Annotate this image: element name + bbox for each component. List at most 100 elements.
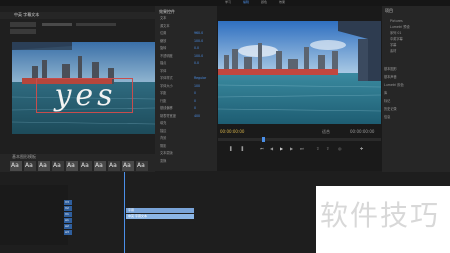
effect-row[interactable]: 描边 (158, 129, 216, 136)
source-monitor-tab[interactable]: 中英 字幕文本 (14, 13, 39, 17)
track-toggle[interactable]: V3 (64, 200, 72, 205)
step-back-button[interactable]: ◀ (270, 147, 273, 151)
effect-row-value[interactable]: 0 (194, 99, 196, 103)
effect-row[interactable]: 阴影 (158, 144, 216, 151)
camera-icon[interactable]: ◎ (338, 147, 342, 151)
track-toggle[interactable]: A1 (64, 218, 72, 223)
effect-row[interactable]: 旋转 0.0 (158, 46, 216, 53)
title-bounding-box[interactable]: yes (36, 78, 133, 113)
effect-row[interactable]: 变换 (158, 159, 216, 166)
project-side-item[interactable]: 基本声音 (384, 75, 397, 79)
project-item[interactable]: 素材 (390, 49, 396, 53)
essential-graphics-tab[interactable]: 基本图形模板 (12, 155, 36, 159)
track-toggle[interactable]: A2 (64, 224, 72, 229)
font-swatch-label: Aa (137, 162, 145, 169)
effect-row[interactable]: 基线偏移 0 (158, 106, 216, 113)
track-toggle[interactable]: V2 (64, 206, 72, 211)
effect-row[interactable]: 行距 0 (158, 99, 216, 106)
effect-row-label: 字体样式 (160, 76, 173, 80)
font-swatch[interactable]: Aa (94, 161, 106, 171)
effect-row-value[interactable]: 100.0 (194, 39, 203, 43)
effect-row[interactable]: 缩放 100.0 (158, 39, 216, 46)
font-swatch[interactable]: Aa (80, 161, 92, 171)
goto-in-button[interactable]: ⏮ (260, 147, 264, 151)
timeline-clip-v1[interactable]: 中英 字幕文本 (126, 214, 194, 219)
source-toolbar (10, 22, 150, 36)
project-side-list: 基本图形基本声音 Lumetri 颜色库标记历史记录信息 (384, 67, 444, 128)
title-text[interactable]: yes (37, 79, 134, 113)
effect-row[interactable]: 不透明度 100.0 (158, 54, 216, 61)
effect-row-value[interactable]: 960.0 (194, 31, 203, 35)
project-side-item[interactable]: 基本图形 (384, 67, 397, 71)
lift-button[interactable]: ⇧ (316, 147, 319, 151)
effect-row[interactable]: 填充 (158, 121, 216, 128)
workspace-tab-1[interactable]: 学习 (225, 1, 231, 4)
playhead-marker[interactable] (262, 137, 265, 142)
track-toggle[interactable]: A3 (64, 230, 72, 235)
effect-row[interactable]: 文本 (158, 16, 216, 23)
font-swatch[interactable]: Aa (24, 161, 36, 171)
workspace-tab-4[interactable]: 效果 (279, 1, 285, 4)
font-swatch[interactable]: Aa (10, 161, 22, 171)
program-scrubber[interactable] (218, 137, 381, 142)
effect-row-value[interactable]: 100.0 (194, 54, 203, 58)
font-swatch[interactable]: Aa (122, 161, 134, 171)
project-item[interactable]: Lumetri 预设 (390, 25, 410, 29)
fit-dropdown[interactable]: 适合 (322, 130, 330, 134)
effect-row-value[interactable]: 400 (194, 114, 200, 118)
extract-button[interactable]: ⇪ (326, 147, 329, 151)
effect-row[interactable]: 制表符宽度 400 (158, 114, 216, 121)
effect-row[interactable]: 位置 960.0 (158, 31, 216, 38)
effect-row[interactable]: 文本蒙版 (158, 151, 216, 158)
settings-icon[interactable]: ✚ (360, 147, 363, 151)
effect-row-value[interactable]: 0.0 (194, 46, 199, 50)
project-side-item[interactable]: Lumetri 颜色 (384, 83, 404, 87)
effect-row-value[interactable]: 100 (194, 84, 200, 88)
project-item[interactable]: 中英字幕 (390, 37, 403, 41)
project-side-item[interactable]: 标记 (384, 99, 390, 103)
font-swatch[interactable]: Aa (38, 161, 50, 171)
mark-out-button[interactable]: ▐ (240, 147, 243, 151)
mark-in-button[interactable]: ▌ (230, 147, 233, 151)
effect-row[interactable]: 字体样式 Regular (158, 76, 216, 83)
font-swatch-label: Aa (123, 162, 131, 169)
effect-row-value[interactable]: 0.0 (194, 61, 199, 65)
effect-row[interactable]: 源文本 (158, 24, 216, 31)
effect-row-value[interactable]: 0 (194, 106, 196, 110)
effect-controls-tab[interactable]: 效果控件 (159, 10, 175, 14)
project-side-item[interactable]: 信息 (384, 115, 390, 119)
effect-row-value[interactable]: 0 (194, 91, 196, 95)
workspace-tab-active[interactable]: 编辑 (243, 1, 249, 4)
effect-row[interactable]: 背景 (158, 136, 216, 143)
project-item[interactable]: 序列 01 (390, 31, 401, 35)
effect-row[interactable]: 字体大小 100 (158, 84, 216, 91)
style-dropdown[interactable] (10, 29, 36, 34)
source-monitor-tabbar: 中英 字幕文本 (0, 12, 155, 19)
font-swatch[interactable]: Aa (136, 161, 148, 171)
align-buttons[interactable] (42, 23, 72, 26)
goto-out-button[interactable]: ⏭ (300, 147, 304, 151)
project-side-item[interactable]: 历史记录 (384, 107, 397, 111)
project-item[interactable]: Pictures (390, 19, 403, 23)
effect-row-label: 背景 (160, 136, 167, 140)
track-label: A1 (65, 218, 69, 222)
project-side-item[interactable]: 库 (384, 91, 387, 95)
effect-row[interactable]: 字距 0 (158, 91, 216, 98)
track-toggle[interactable]: V1 (64, 212, 72, 217)
project-tab[interactable]: 项目 (385, 9, 393, 13)
play-button[interactable]: ▶ (280, 147, 283, 151)
effect-row[interactable]: 字体 (158, 69, 216, 76)
project-item[interactable]: 字幕 (390, 43, 396, 47)
effect-row-label: 制表符宽度 (160, 113, 176, 118)
font-swatch[interactable]: Aa (52, 161, 64, 171)
workspace-tab-3[interactable]: 颜色 (261, 1, 267, 4)
font-swatch[interactable]: Aa (108, 161, 120, 171)
clip-label: 字幕 (128, 207, 135, 212)
timeline-clip-v2[interactable]: 字幕 (126, 208, 194, 213)
font-dropdown[interactable] (10, 22, 36, 27)
font-swatch[interactable]: Aa (66, 161, 78, 171)
effect-row[interactable]: 锚点 0.0 (158, 61, 216, 68)
effect-row-value[interactable]: Regular (194, 76, 206, 80)
format-buttons[interactable] (76, 23, 116, 26)
step-forward-button[interactable]: ▶ (290, 147, 293, 151)
